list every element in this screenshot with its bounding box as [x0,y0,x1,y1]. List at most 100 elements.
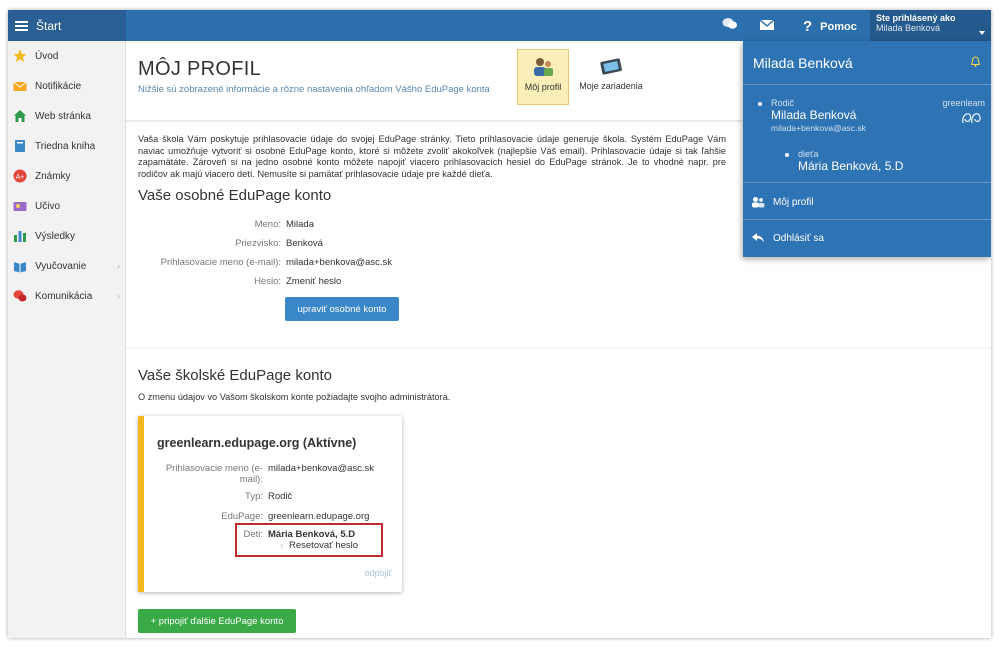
school-logo-icon [962,113,981,124]
edit-personal-account-button[interactable]: upraviť osobné konto [285,297,399,321]
bullet-icon [758,102,762,106]
dropdown-user-name: Milada Benková [753,55,853,71]
page-subtitle: Nižšie sú zobrazené informácie a rôzne n… [138,84,490,95]
logged-in-label: Ste prihlásený ako [876,13,956,23]
my-profile-link[interactable]: Môj profil [751,196,814,208]
school-login-label-line1: Prihlasovacie meno (e- [165,463,263,474]
school-account-heading: Vaše školské EduPage konto [138,367,333,384]
sidebar-item-label: Známky [35,170,71,182]
intro-paragraph: Vaša škola Vám poskytuje prihlasovacie ú… [138,134,726,179]
profile-icon [534,58,553,76]
logged-in-user: Milada Benková [876,23,941,33]
sidebar: Úvod Notifikácie Web stránka Triedna kni… [8,41,126,638]
sidebar-item-label: Komunikácia [35,290,93,302]
sidebar-item-uvod[interactable]: Úvod [8,41,125,71]
divider [743,182,991,183]
grade-icon: A+ [13,169,27,183]
chevron-right-icon: › [117,261,120,271]
sidebar-item-label: Učivo [35,200,61,212]
sidebar-item-ucivo[interactable]: Učivo [8,191,125,221]
sidebar-item-label: Triedna kniha [35,140,96,152]
help-label: Pomoc [820,20,857,33]
login-value: milada+benkova@asc.sk [286,257,393,268]
dropdown-child-account[interactable]: Mária Benková, 5.D [798,159,903,173]
dropdown-school: greenleam [942,98,985,108]
envelope-icon [13,81,27,91]
svg-text:A+: A+ [16,174,25,181]
sidebar-item-vyucovanie[interactable]: Vyučovanie › [8,251,125,281]
account-menu[interactable]: Ste prihlásený ako Milada Benková [870,10,991,41]
school-edupage-label: EduPage: [221,511,263,522]
divider [743,219,991,220]
highlight-box [235,523,383,557]
logout-label: Odhlásiť sa [773,232,824,244]
chat-bubbles-icon[interactable] [722,17,738,31]
personal-account-heading: Vaše osobné EduPage konto [138,187,332,204]
help-button[interactable]: ? Pomoc [803,18,857,35]
logout-arrow-icon [752,233,764,243]
sidebar-item-label: Web stránka [35,110,91,122]
app-window: Štart ? Pomoc Ste prihlásený ako Milada … [8,10,991,638]
chart-icon [14,231,26,242]
device-icon [600,58,622,75]
hamburger-icon [15,20,28,31]
first-name-label: Meno: [254,219,281,230]
start-menu-button[interactable]: Štart [8,10,126,41]
star-icon [13,49,27,62]
bullet-icon [785,153,789,157]
dropdown-email: milada+benkova@asc.sk [771,123,866,133]
change-password-link[interactable]: Zmeniť heslo [286,276,341,287]
tab-my-devices-label: Moje zariadenia [579,81,643,91]
book-icon [15,140,25,152]
home-icon [14,110,26,122]
school-login-label-line2: mail): [239,474,263,485]
add-edupage-account-button[interactable]: + pripojiť ďalšie EduPage konto [138,609,296,633]
page-title: MÔJ PROFIL [138,58,262,80]
school-type-value: Rodič [268,491,293,502]
lesson-icon [13,202,27,211]
teaching-icon [14,262,26,273]
top-bar: Štart ? Pomoc Ste prihlásený ako Milada … [8,10,991,41]
sidebar-item-web-stranka[interactable]: Web stránka [8,101,125,131]
school-login-label: Prihlasovacie meno (e- mail): [166,463,263,485]
login-label: Prihlasovacie meno (e-mail): [160,257,281,268]
sidebar-item-label: Vyučovanie [35,260,87,272]
user-dropdown-panel: Milada Benková Rodič Milada Benková mila… [743,41,991,257]
school-login-value: milada+benkova@asc.sk [268,463,375,474]
dropdown-parent-account[interactable]: Milada Benková [771,108,856,122]
caret-down-icon [979,31,985,35]
school-type-label: Typ: [245,491,263,502]
tab-my-profile[interactable]: Môj profil [517,49,569,105]
disconnect-link[interactable]: odpojiť [365,568,392,578]
school-account-title: greenlearn.edupage.org (Aktívne) [157,436,357,450]
start-label: Štart [36,18,62,33]
divider [743,84,991,85]
school-account-note: O zmenu údajov vo Vašom školskom konte p… [138,392,451,402]
profile-icon [752,197,765,208]
mail-icon[interactable] [760,20,774,30]
dropdown-child-role: dieťa [798,149,819,159]
last-name-value: Benková [286,238,323,249]
school-account-section: Vaše školské EduPage konto O zmenu údajo… [126,349,991,638]
school-account-card: greenlearn.edupage.org (Aktívne) Prihlas… [138,416,402,592]
sidebar-item-triedna-kniha[interactable]: Triedna kniha [8,131,125,161]
chevron-right-icon: › [117,291,120,301]
school-edupage-value: greenlearn.edupage.org [268,511,370,522]
sidebar-item-notifikacie[interactable]: Notifikácie [8,71,125,101]
dropdown-role: Rodič [771,98,795,108]
question-icon: ? [803,18,813,35]
chat-bubbles-icon [13,290,27,302]
password-label: Heslo: [254,276,281,287]
sidebar-item-vysledky[interactable]: Výsledky [8,221,125,251]
logout-link[interactable]: Odhlásiť sa [751,232,824,244]
bell-icon[interactable] [970,56,981,68]
sidebar-item-label: Výsledky [35,230,76,242]
sidebar-item-znamky[interactable]: A+ Známky [8,161,125,191]
sidebar-item-komunikacia[interactable]: Komunikácia › [8,281,125,311]
tab-my-devices[interactable]: Moje zariadenia [572,49,650,105]
my-profile-label: Môj profil [773,196,814,208]
sidebar-item-label: Notifikácie [35,80,82,92]
sidebar-item-label: Úvod [35,50,59,62]
last-name-label: Priezvisko: [235,238,281,249]
tab-my-profile-label: Môj profil [524,82,562,92]
